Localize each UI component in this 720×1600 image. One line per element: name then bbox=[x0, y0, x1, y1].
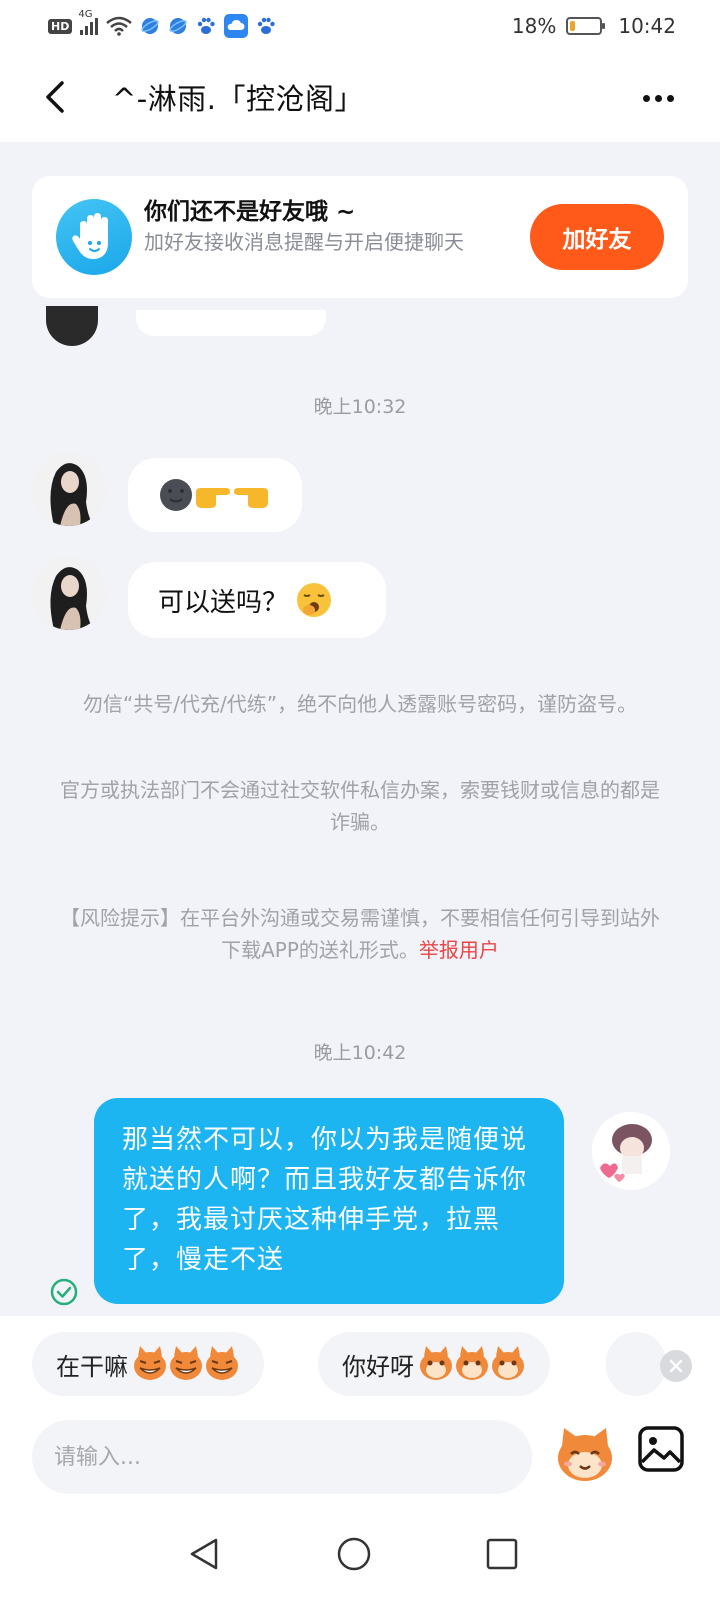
nav-back-button[interactable] bbox=[180, 1530, 228, 1578]
message-input[interactable] bbox=[32, 1420, 532, 1494]
cloud-icon bbox=[224, 14, 249, 38]
message-bubble-outgoing[interactable]: 那当然不可以，你以为我是随便说就送的人啊？而且我好友都告诉你了，我最讨厌这种伸手… bbox=[94, 1098, 564, 1304]
security-notice: 官方或执法部门不会通过社交软件私信办案，索要钱财或信息的都是诈骗。 bbox=[60, 778, 660, 834]
pointing-right-emoji bbox=[196, 488, 230, 508]
more-button[interactable] bbox=[636, 76, 680, 120]
quick-reply-chip[interactable] bbox=[606, 1332, 666, 1396]
back-button[interactable] bbox=[30, 72, 80, 122]
sent-check-icon bbox=[50, 1278, 78, 1306]
paw-icon bbox=[256, 16, 276, 36]
clock: 10:42 bbox=[618, 14, 676, 38]
signal-icon: 4G bbox=[78, 9, 99, 35]
network-type-label: 4G bbox=[78, 9, 93, 20]
hd-icon: HD bbox=[48, 18, 73, 34]
globe-icon bbox=[168, 16, 188, 36]
battery-percent: 18% bbox=[511, 14, 557, 38]
hand-wave-icon bbox=[56, 199, 132, 275]
battery-icon bbox=[566, 17, 606, 35]
timestamp: 晚上10:42 bbox=[313, 1042, 407, 1064]
message-bubble[interactable] bbox=[128, 458, 302, 532]
system-navigation-bar bbox=[0, 1512, 720, 1600]
avatar[interactable] bbox=[46, 306, 98, 346]
message-text: 可以送吗？ bbox=[158, 587, 289, 618]
image-icon bbox=[638, 1426, 684, 1472]
paw-icon bbox=[196, 16, 216, 36]
timestamp: 晚上10:32 bbox=[313, 396, 407, 418]
message-text: 那当然不可以，你以为我是随便说就送的人啊？而且我好友都告诉你了，我最讨厌这种伸手… bbox=[122, 1125, 528, 1275]
quick-reply-bar: 在干嘛 你好呀 bbox=[0, 1316, 720, 1412]
globe-icon bbox=[140, 16, 160, 36]
add-friend-button[interactable]: 加好友 bbox=[530, 204, 664, 270]
emoji-button[interactable] bbox=[552, 1422, 618, 1488]
image-button[interactable] bbox=[636, 1424, 686, 1474]
circle-home-icon bbox=[337, 1537, 371, 1571]
pointing-left-emoji bbox=[234, 488, 268, 508]
nav-home-button[interactable] bbox=[330, 1530, 378, 1578]
new-moon-face-emoji bbox=[160, 479, 192, 511]
friend-prompt-subtitle: 加好友接收消息提醒与开启便捷聊天 bbox=[144, 230, 464, 254]
status-bar: HD 4G 18% 10:42 bbox=[0, 0, 720, 52]
friend-prompt-card: 你们还不是好友哦 ~ 加好友接收消息提醒与开启便捷聊天 加好友 bbox=[32, 176, 688, 298]
message-bubble[interactable]: 可以送吗？ bbox=[128, 562, 386, 638]
avatar[interactable] bbox=[592, 1112, 670, 1190]
quick-reply-chip[interactable]: 在干嘛 bbox=[32, 1332, 264, 1396]
chevron-left-icon bbox=[46, 81, 64, 113]
avatar[interactable] bbox=[32, 452, 106, 526]
page-title: ^-淋雨.「控沧阁」 bbox=[112, 82, 364, 116]
wifi-icon bbox=[106, 16, 133, 36]
triangle-back-icon bbox=[190, 1538, 218, 1570]
risk-notice-text: 【风险提示】在平台外沟通或交易需谨慎，不要相信任何引导到站外下载APP的送礼形式… bbox=[60, 906, 660, 962]
close-icon[interactable] bbox=[660, 1350, 692, 1382]
input-bar bbox=[0, 1412, 720, 1512]
smiling-cat-emoji bbox=[420, 1346, 524, 1380]
quick-reply-chip[interactable]: 你好呀 bbox=[318, 1332, 550, 1396]
friend-prompt-title: 你们还不是好友哦 ~ bbox=[144, 199, 356, 225]
nav-recents-button[interactable] bbox=[478, 1530, 526, 1578]
laughing-cat-emoji bbox=[134, 1346, 238, 1380]
more-dots-icon bbox=[642, 94, 650, 102]
report-user-link[interactable]: 举报用户 bbox=[419, 938, 499, 962]
quick-reply-text: 在干嘛 bbox=[56, 1352, 128, 1381]
square-recents-icon bbox=[486, 1538, 518, 1570]
risk-notice: 【风险提示】在平台外沟通或交易需谨慎，不要相信任何引导到站外下载APP的送礼形式… bbox=[58, 902, 662, 966]
quick-reply-text: 你好呀 bbox=[342, 1352, 414, 1381]
security-notice: 勿信“共号/代充/代练”，绝不向他人透露账号密码，谨防盗号。 bbox=[82, 692, 638, 716]
message-bubble-partial bbox=[136, 310, 326, 336]
yawning-face-emoji bbox=[297, 583, 332, 617]
chat-header: ^-淋雨.「控沧阁」 bbox=[0, 52, 720, 142]
cat-face-icon bbox=[558, 1428, 612, 1481]
battery-level bbox=[570, 21, 576, 31]
avatar[interactable] bbox=[32, 556, 106, 630]
